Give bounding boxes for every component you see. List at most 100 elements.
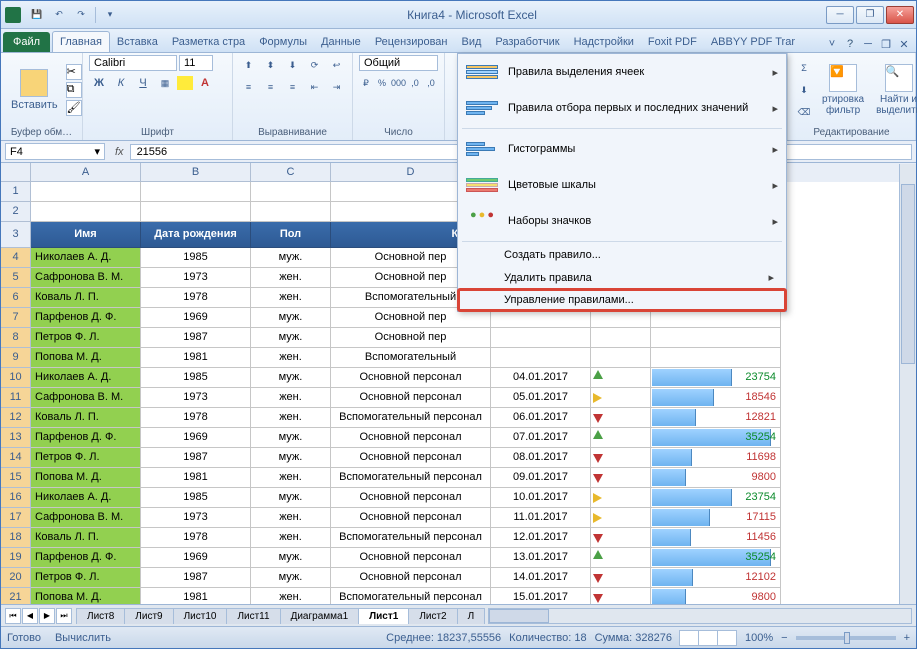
- dec-decimal-icon[interactable]: ,0: [424, 73, 438, 93]
- cell[interactable]: Коваль Л. П.: [31, 288, 141, 308]
- cell[interactable]: Основной персонал: [331, 488, 491, 508]
- sheet-tab[interactable]: Л: [457, 608, 486, 624]
- cell[interactable]: 1978: [141, 288, 251, 308]
- cell[interactable]: 1973: [141, 268, 251, 288]
- save-icon[interactable]: 💾: [27, 5, 47, 25]
- cell[interactable]: Попова М. Д.: [31, 588, 141, 604]
- view-layout-icon[interactable]: [698, 630, 718, 646]
- cell[interactable]: 14.01.2017: [491, 568, 591, 588]
- orientation-icon[interactable]: ⟳: [305, 55, 325, 75]
- cell[interactable]: муж.: [251, 548, 331, 568]
- sheet-tab[interactable]: Диаграмма1: [280, 608, 360, 624]
- cell[interactable]: Коваль Л. П.: [31, 408, 141, 428]
- cf-top-bottom-rules[interactable]: Правила отбора первых и последних значен…: [458, 90, 786, 126]
- col-header[interactable]: B: [141, 163, 251, 182]
- font-color-icon[interactable]: A: [195, 73, 215, 93]
- cf-highlight-rules[interactable]: Правила выделения ячеек▸: [458, 54, 786, 90]
- percent-icon[interactable]: %: [375, 73, 389, 93]
- tab-next-icon[interactable]: ▶: [39, 608, 55, 624]
- cf-clear-rules[interactable]: Удалить правила▸: [458, 266, 786, 289]
- cell[interactable]: Вспомогательный персонал: [331, 588, 491, 604]
- cell[interactable]: 1969: [141, 308, 251, 328]
- border-icon[interactable]: ▦: [155, 73, 175, 93]
- minimize-button[interactable]: ─: [826, 6, 854, 24]
- cell[interactable]: жен.: [251, 508, 331, 528]
- cell[interactable]: муж.: [251, 368, 331, 388]
- cell[interactable]: 12.01.2017: [491, 528, 591, 548]
- indent-inc-icon[interactable]: ⇥: [327, 77, 347, 97]
- cell[interactable]: 06.01.2017: [491, 408, 591, 428]
- zoom-out-icon[interactable]: −: [781, 632, 787, 644]
- tab-last-icon[interactable]: ⏭: [56, 608, 72, 624]
- cell[interactable]: Сафронова В. М.: [31, 388, 141, 408]
- select-all-corner[interactable]: [1, 163, 31, 182]
- view-break-icon[interactable]: [717, 630, 737, 646]
- name-box[interactable]: F4▾: [5, 143, 105, 160]
- sheet-tab[interactable]: Лист8: [76, 608, 125, 624]
- font-size-select[interactable]: 11: [179, 55, 213, 71]
- paste-button[interactable]: Вставить: [7, 67, 62, 113]
- cell[interactable]: Вспомогательный персонал: [331, 408, 491, 428]
- cell[interactable]: Основной персонал: [331, 548, 491, 568]
- cell[interactable]: 1985: [141, 248, 251, 268]
- fill-icon[interactable]: ⬇: [794, 80, 814, 100]
- sheet-tab[interactable]: Лист11: [226, 608, 280, 624]
- zoom-slider[interactable]: [796, 636, 896, 640]
- cell[interactable]: Основной персонал: [331, 388, 491, 408]
- cell[interactable]: Николаев А. Д.: [31, 488, 141, 508]
- cell[interactable]: Основной персонал: [331, 428, 491, 448]
- inc-decimal-icon[interactable]: ,0: [408, 73, 422, 93]
- cell[interactable]: 13.01.2017: [491, 548, 591, 568]
- cf-icon-sets[interactable]: ●●● Наборы значков▸: [458, 203, 786, 239]
- currency-icon[interactable]: ₽: [359, 73, 373, 93]
- cell[interactable]: Парфенов Д. Ф.: [31, 308, 141, 328]
- cell[interactable]: 1987: [141, 448, 251, 468]
- cell[interactable]: жен.: [251, 288, 331, 308]
- cell[interactable]: Николаев А. Д.: [31, 248, 141, 268]
- cell[interactable]: 1973: [141, 508, 251, 528]
- cell[interactable]: 05.01.2017: [491, 388, 591, 408]
- cf-manage-rules[interactable]: Управление правилами...: [458, 289, 786, 311]
- cell[interactable]: 08.01.2017: [491, 448, 591, 468]
- cell[interactable]: 1985: [141, 368, 251, 388]
- cell[interactable]: 1987: [141, 328, 251, 348]
- tab-prev-icon[interactable]: ◀: [22, 608, 38, 624]
- doc-close-icon[interactable]: ✕: [896, 36, 912, 52]
- align-left-icon[interactable]: ≡: [239, 77, 259, 97]
- zoom-level[interactable]: 100%: [745, 632, 773, 644]
- cell[interactable]: 09.01.2017: [491, 468, 591, 488]
- cell[interactable]: [491, 348, 591, 368]
- cell[interactable]: жен.: [251, 388, 331, 408]
- sheet-tab[interactable]: Лист2: [408, 608, 457, 624]
- autosum-icon[interactable]: Σ: [794, 58, 814, 78]
- cell[interactable]: 1973: [141, 388, 251, 408]
- help-icon[interactable]: ?: [842, 36, 858, 52]
- cell[interactable]: 10.01.2017: [491, 488, 591, 508]
- cell[interactable]: жен.: [251, 268, 331, 288]
- fill-color-icon[interactable]: [177, 76, 193, 90]
- cell[interactable]: Сафронова В. М.: [31, 508, 141, 528]
- cf-color-scales[interactable]: Цветовые шкалы▸: [458, 167, 786, 203]
- cell[interactable]: жен.: [251, 468, 331, 488]
- tab-foxit[interactable]: Foxit PDF: [641, 32, 704, 52]
- cell[interactable]: 1978: [141, 408, 251, 428]
- cell[interactable]: Николаев А. Д.: [31, 368, 141, 388]
- cell[interactable]: 1978: [141, 528, 251, 548]
- align-center-icon[interactable]: ≡: [261, 77, 281, 97]
- col-header[interactable]: A: [31, 163, 141, 182]
- number-format-select[interactable]: Общий: [359, 55, 438, 71]
- cell[interactable]: Попова М. Д.: [31, 348, 141, 368]
- italic-icon[interactable]: К: [111, 73, 131, 93]
- align-bottom-icon[interactable]: ⬇: [283, 55, 303, 75]
- tab-review[interactable]: Рецензирован: [368, 32, 455, 52]
- cell[interactable]: муж.: [251, 308, 331, 328]
- cell[interactable]: жен.: [251, 588, 331, 604]
- cell[interactable]: Петров Ф. Л.: [31, 448, 141, 468]
- cell[interactable]: 1981: [141, 348, 251, 368]
- font-name-select[interactable]: Calibri: [89, 55, 177, 71]
- tab-home[interactable]: Главная: [52, 31, 110, 52]
- cell[interactable]: жен.: [251, 408, 331, 428]
- view-normal-icon[interactable]: [679, 630, 699, 646]
- align-top-icon[interactable]: ⬆: [239, 55, 259, 75]
- tab-insert[interactable]: Вставка: [110, 32, 165, 52]
